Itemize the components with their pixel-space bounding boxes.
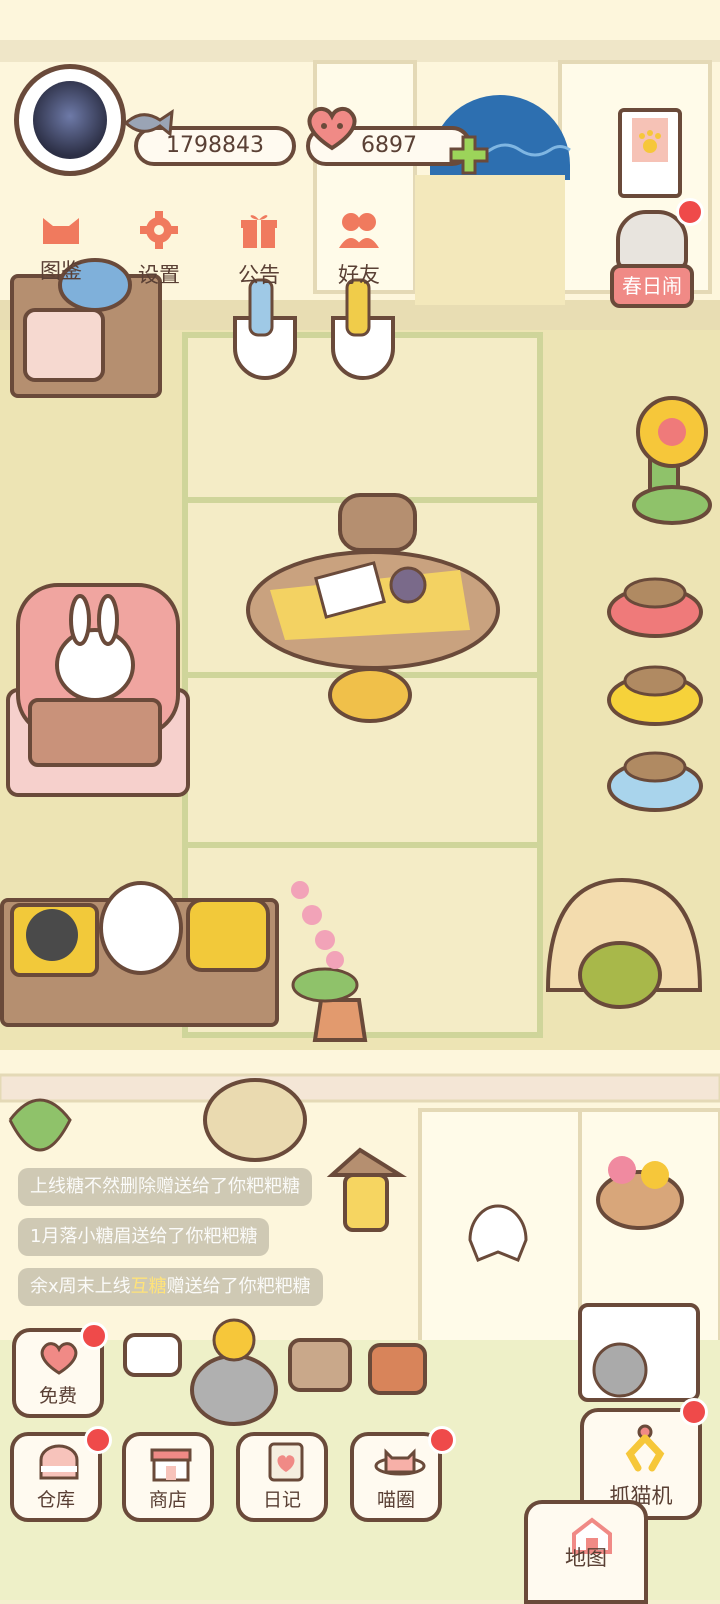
map-button[interactable]: 地图 — [524, 1500, 648, 1604]
event-notification-dot — [676, 198, 704, 226]
cat-circle-button[interactable]: 喵圈 — [350, 1426, 456, 1522]
menu-announcement-label: 公告 — [238, 263, 280, 287]
free-label: 免费 — [38, 1385, 77, 1407]
message-1-text: 糖不然删除赠送给了你粑粑糖 — [66, 1176, 300, 1197]
warehouse-button[interactable]: 仓库 — [10, 1426, 112, 1522]
message-3: 余x周末上线互糖赠送给了你粑粑糖 — [18, 1268, 323, 1306]
fish-icon — [122, 108, 174, 138]
message-2: 1月落小糖眉送给了你粑粑糖 — [18, 1218, 270, 1256]
paw-icon — [632, 118, 668, 162]
heart-currency-value: 6897 — [361, 133, 417, 158]
diary-icon — [266, 1442, 306, 1487]
cat-circle-notification-dot — [428, 1426, 456, 1454]
avatar-image — [33, 81, 107, 159]
shop-label: 商店 — [148, 1489, 187, 1511]
message-3-highlight: 互糖 — [130, 1276, 167, 1297]
menu-friends-button[interactable]: 好友 — [314, 210, 404, 289]
message-3-text: 赠送给了你粑粑糖 — [166, 1276, 311, 1297]
fish-currency-value: 1798843 — [166, 133, 264, 158]
menu-settings-button[interactable]: 设置 — [114, 210, 204, 289]
gear-icon — [114, 210, 204, 255]
claw-notification-dot — [680, 1398, 708, 1426]
event-banner[interactable]: 春日闹 — [604, 98, 704, 320]
map-label: 地图 — [565, 1546, 607, 1570]
message-2-text: 糖眉送给了你粑粑糖 — [95, 1226, 258, 1247]
warehouse-notification-dot — [84, 1426, 112, 1454]
heart-icon — [38, 1340, 80, 1381]
menu-settings-label: 设置 — [138, 263, 180, 287]
friends-icon — [314, 210, 404, 255]
gift-icon — [214, 210, 304, 255]
warehouse-label: 仓库 — [36, 1489, 75, 1511]
cat-circle-label: 喵圈 — [376, 1489, 415, 1511]
player-avatar[interactable] — [14, 64, 126, 176]
event-label: 春日闹 — [610, 264, 694, 308]
add-currency-button[interactable] — [448, 134, 490, 176]
cat-face-icon — [16, 210, 106, 251]
shop-icon — [150, 1444, 192, 1487]
free-button[interactable]: 免费 — [12, 1322, 108, 1418]
heart-icon — [304, 104, 360, 152]
plus-icon — [449, 135, 489, 175]
shop-button[interactable]: 商店 — [122, 1432, 214, 1522]
menu-friends-label: 好友 — [338, 263, 380, 287]
diary-button[interactable]: 日记 — [236, 1432, 328, 1522]
planet-cat-icon — [374, 1444, 426, 1487]
menu-handbook-button[interactable]: 图鉴 — [16, 210, 106, 285]
claw-icon — [620, 1424, 670, 1479]
message-1-prefix: 上线 — [30, 1176, 66, 1197]
event-scroll — [618, 108, 682, 198]
message-3-prefix: 余x周末上线 — [30, 1276, 131, 1297]
warehouse-icon — [38, 1444, 80, 1487]
diary-label: 日记 — [262, 1489, 301, 1511]
message-1: 上线糖不然删除赠送给了你粑粑糖 — [18, 1168, 312, 1206]
menu-announcement-button[interactable]: 公告 — [214, 210, 304, 289]
free-notification-dot — [80, 1322, 108, 1350]
message-2-prefix: 1月落小 — [30, 1226, 96, 1247]
menu-handbook-label: 图鉴 — [40, 259, 82, 283]
